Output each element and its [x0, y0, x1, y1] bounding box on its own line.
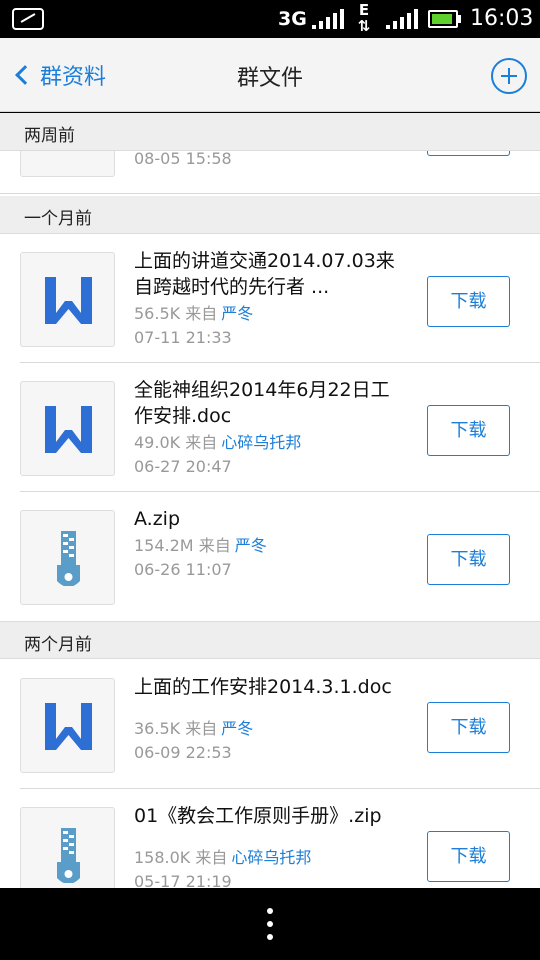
zip-icon [57, 828, 80, 883]
notification-icon [12, 8, 44, 30]
uploader-link[interactable]: 严冬 [235, 536, 267, 555]
file-date: 05-17 21:19 [134, 872, 232, 888]
signal-strength-icon-2 [386, 9, 420, 29]
list-item[interactable]: 上面的工作安排2014.3.1.doc 36.5K 来自 严冬 06-09 22:… [0, 660, 540, 789]
app-header: 群资料 群文件 [0, 38, 540, 112]
file-thumbnail [20, 678, 115, 773]
list-item[interactable]: 上面的讲道交通2014.07.03来自跨越时代的先行者 ... 56.5K 来自… [0, 234, 540, 363]
download-button[interactable]: 下载 [427, 702, 510, 753]
file-name: 全能神组织2014年6月22日工作安排.doc [134, 379, 390, 427]
uploader-link[interactable]: 严冬 [221, 304, 253, 323]
data-activity-icon: E ⇅ [357, 1, 371, 35]
file-meta: 56.5K 来自 严冬 [134, 304, 254, 323]
add-file-button[interactable] [491, 58, 527, 94]
file-meta: 154.2M 来自 严冬 [134, 536, 267, 555]
file-date: 08-05 15:58 [134, 151, 232, 168]
list-item[interactable]: 全能神组织2014年6月22日工作安排.doc 49.0K 来自 心碎乌托邦 06… [0, 363, 540, 492]
list-item[interactable]: A.zip 154.2M 来自 严冬 06-26 11:07 下载 [0, 492, 540, 621]
download-button[interactable]: 下载 [427, 534, 510, 585]
menu-icon[interactable] [266, 908, 274, 940]
download-button[interactable]: 下载 [427, 276, 510, 327]
file-meta: 36.5K 来自 严冬 [134, 719, 254, 738]
word-icon [45, 703, 92, 750]
uploader-link[interactable]: 严冬 [221, 719, 253, 738]
section-header-two-months: 两个月前 [0, 621, 540, 659]
signal-strength-icon [312, 9, 346, 29]
zip-icon [57, 531, 80, 586]
file-thumbnail [20, 381, 115, 476]
file-thumbnail [20, 252, 115, 347]
download-button[interactable]: 下载 [427, 831, 510, 882]
list-item[interactable]: 01《教会工作原则手册》.zip 158.0K 来自 心碎乌托邦 05-17 21… [0, 789, 540, 888]
uploader-link[interactable]: 心碎乌托邦 [231, 848, 311, 867]
file-list[interactable]: 两周前 08-05 15:58 一个月前 上面的讲道交通2014.07.03来自… [0, 113, 540, 888]
file-date: 06-09 22:53 [134, 743, 232, 762]
section-header-one-month: 一个月前 [0, 196, 540, 234]
file-thumbnail [20, 807, 115, 888]
file-name: 01《教会工作原则手册》.zip [134, 805, 382, 827]
file-date: 07-11 21:33 [134, 328, 232, 347]
network-type: 3G [278, 8, 307, 30]
system-nav-bar [0, 888, 540, 960]
word-icon [45, 406, 92, 453]
clock: 16:03 [470, 6, 534, 31]
battery-icon [428, 10, 458, 28]
download-button[interactable]: 下载 [427, 405, 510, 456]
download-button-partial[interactable] [427, 151, 510, 156]
file-name: 上面的工作安排2014.3.1.doc [134, 676, 392, 698]
file-meta: 158.0K 来自 心碎乌托邦 [134, 848, 312, 867]
battery-tip [458, 15, 461, 23]
file-thumbnail [20, 151, 115, 177]
file-date: 06-26 11:07 [134, 560, 232, 579]
section-header-two-weeks: 两周前 [0, 113, 540, 151]
status-bar: 3G E ⇅ 16:03 [0, 0, 540, 38]
file-name: 上面的讲道交通2014.07.03来自跨越时代的先行者 ... [134, 250, 395, 298]
file-thumbnail [20, 510, 115, 605]
uploader-link[interactable]: 心碎乌托邦 [221, 433, 301, 452]
file-name: A.zip [134, 508, 181, 530]
row-divider [0, 193, 540, 194]
file-meta: 49.0K 来自 心碎乌托邦 [134, 433, 302, 452]
word-icon [45, 277, 92, 324]
page-title: 群文件 [236, 66, 303, 91]
list-item-partial[interactable]: 08-05 15:58 [0, 151, 540, 194]
file-date: 06-27 20:47 [134, 457, 232, 476]
